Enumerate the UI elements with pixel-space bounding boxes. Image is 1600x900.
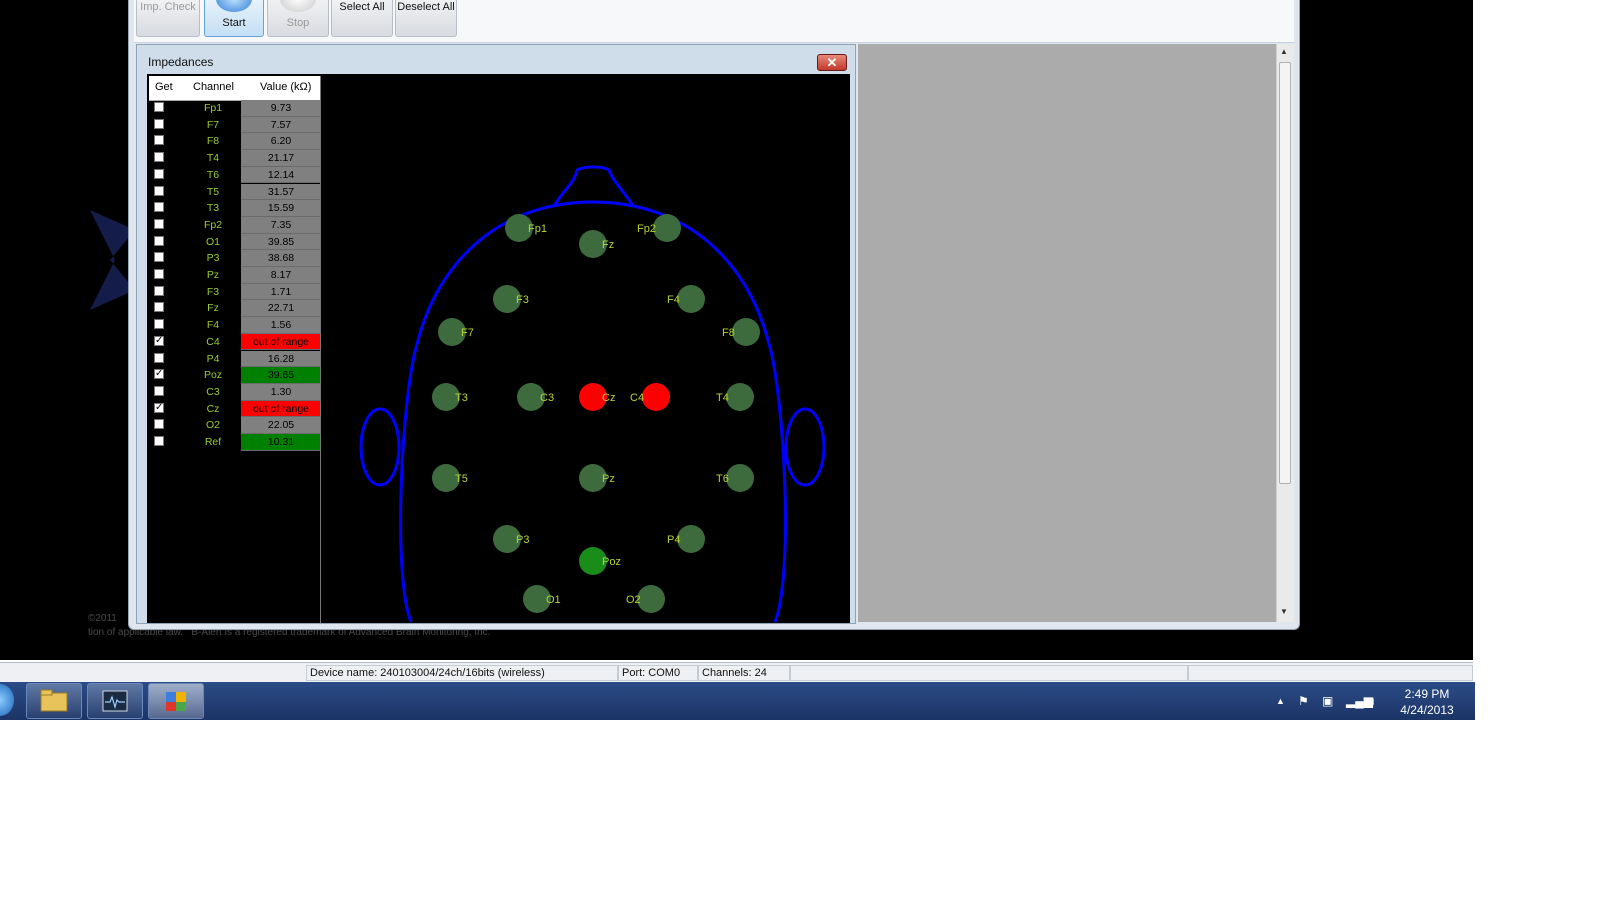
impedances-panel: Get Channel Value (kΩ) Fp1 9.73 F7 7.57 F8 6.… (147, 74, 850, 623)
electrode-label: C4 (630, 392, 644, 404)
channels-status: Channels: 24 (698, 665, 790, 681)
taskbar-file-explorer[interactable] (26, 683, 82, 719)
electrode-label: Poz (602, 556, 621, 568)
electrode-dot[interactable] (732, 318, 760, 346)
start-button[interactable]: Start (204, 0, 264, 37)
electrode-label: Fp1 (528, 223, 547, 235)
clock-time: 2:49 PM (1404, 687, 1450, 701)
status-empty-panel (790, 665, 1188, 681)
electrode-dot[interactable] (642, 383, 670, 411)
imp-check-button[interactable]: Imp. Check (136, 0, 200, 37)
electrode-label: Cz (602, 392, 615, 404)
left-ear (359, 407, 401, 487)
close-icon[interactable]: ✕ (817, 54, 847, 71)
scroll-up-icon[interactable]: ▲ (1280, 47, 1288, 56)
right-gray-panel (858, 44, 1276, 622)
scroll-thumb[interactable] (1279, 62, 1291, 484)
electrode-label: Fz (602, 239, 614, 251)
start-icon (216, 0, 252, 12)
electrode-label: F4 (667, 294, 680, 306)
electrode-label: C3 (540, 392, 554, 404)
imp-check-label: Imp. Check (140, 1, 196, 13)
network-signal-icon[interactable]: ▂▄▆ (1346, 694, 1373, 708)
clock-date: 4/24/2013 (1400, 703, 1454, 717)
status-bar: Device name: 240103004/24ch/16bits (wire… (0, 662, 1473, 683)
electrode-label: T5 (455, 473, 468, 485)
electrode-label: F3 (516, 294, 529, 306)
port-status: Port: COM0 (618, 665, 698, 681)
file-explorer-icon (40, 689, 68, 712)
electrode-dot[interactable] (653, 214, 681, 242)
select-all-label: Select All (339, 1, 385, 13)
electrode-label: P3 (516, 534, 529, 546)
impedances-window-title: Impedances (148, 55, 214, 69)
electrode-label: T6 (716, 473, 729, 485)
nose-outline (552, 165, 635, 207)
electrode-dot[interactable] (726, 383, 754, 411)
electrode-label: P4 (667, 534, 680, 546)
electrode-label: O1 (546, 594, 561, 606)
start-label: Start (222, 17, 246, 29)
impedances-window: Impedances ✕ Get Channel Value (kΩ) Fp1 9… (136, 44, 856, 624)
head-map: Fp1 Fp2 Fz F3 F4 F7 F8 T3 C3 Cz C4 T4 T5 Pz T6 P3 P4 Poz O… (359, 165, 826, 623)
stop-label: Stop (286, 17, 310, 29)
vertical-scrollbar[interactable]: ▲ ▼ (1276, 44, 1294, 622)
taskbar-control-panel[interactable] (148, 683, 204, 719)
action-center-flag-icon[interactable]: ⚑ (1298, 694, 1309, 708)
device-name-status: Device name: 240103004/24ch/16bits (wire… (306, 665, 618, 681)
toolbar: Imp. Check Start Stop Select All Deselec… (134, 0, 1294, 43)
electrode-label: Fp2 (637, 223, 656, 235)
scroll-down-icon[interactable]: ▼ (1280, 607, 1288, 616)
start-orb-icon[interactable] (0, 684, 14, 716)
electrode-dot[interactable] (677, 525, 705, 553)
taskbar: ▲ ⚑ ▣ ▂▄▆ 🔈︎ 2:49 PM 4/24/2013 (0, 682, 1475, 720)
electrode-label: F8 (722, 327, 735, 339)
stop-button[interactable]: Stop (267, 0, 329, 37)
electrode-label: Pz (602, 473, 615, 485)
power-plug-icon[interactable]: ▣ (1322, 694, 1333, 708)
electrode-dot[interactable] (637, 585, 665, 613)
taskbar-eeg-monitor[interactable] (87, 683, 143, 719)
show-hidden-icons-icon[interactable]: ▲ (1276, 696, 1285, 706)
electrode-dot[interactable] (677, 285, 705, 313)
electrode-dot[interactable] (726, 464, 754, 492)
electrode-label: O2 (626, 594, 641, 606)
electrode-label: T3 (455, 392, 468, 404)
deselect-all-label: Deselect All (397, 1, 455, 13)
electrodes-layer: Fp1 Fp2 Fz F3 F4 F7 F8 T3 C3 Cz C4 T4 T5 Pz T6 P3 P4 Poz O… (432, 214, 760, 613)
deselect-all-button[interactable]: Deselect All (395, 0, 457, 37)
status-empty-panel-2 (1188, 665, 1473, 681)
clock[interactable]: 2:49 PM 4/24/2013 (1392, 686, 1462, 718)
volume-icon[interactable]: 🔈︎ (1370, 694, 1377, 709)
select-all-button[interactable]: Select All (331, 0, 393, 37)
control-panel-icon (166, 692, 186, 711)
electrode-label: T4 (716, 392, 729, 404)
eeg-monitor-icon (102, 690, 128, 712)
right-ear (784, 407, 826, 487)
stop-icon (280, 0, 316, 12)
electrode-label: F7 (461, 327, 474, 339)
